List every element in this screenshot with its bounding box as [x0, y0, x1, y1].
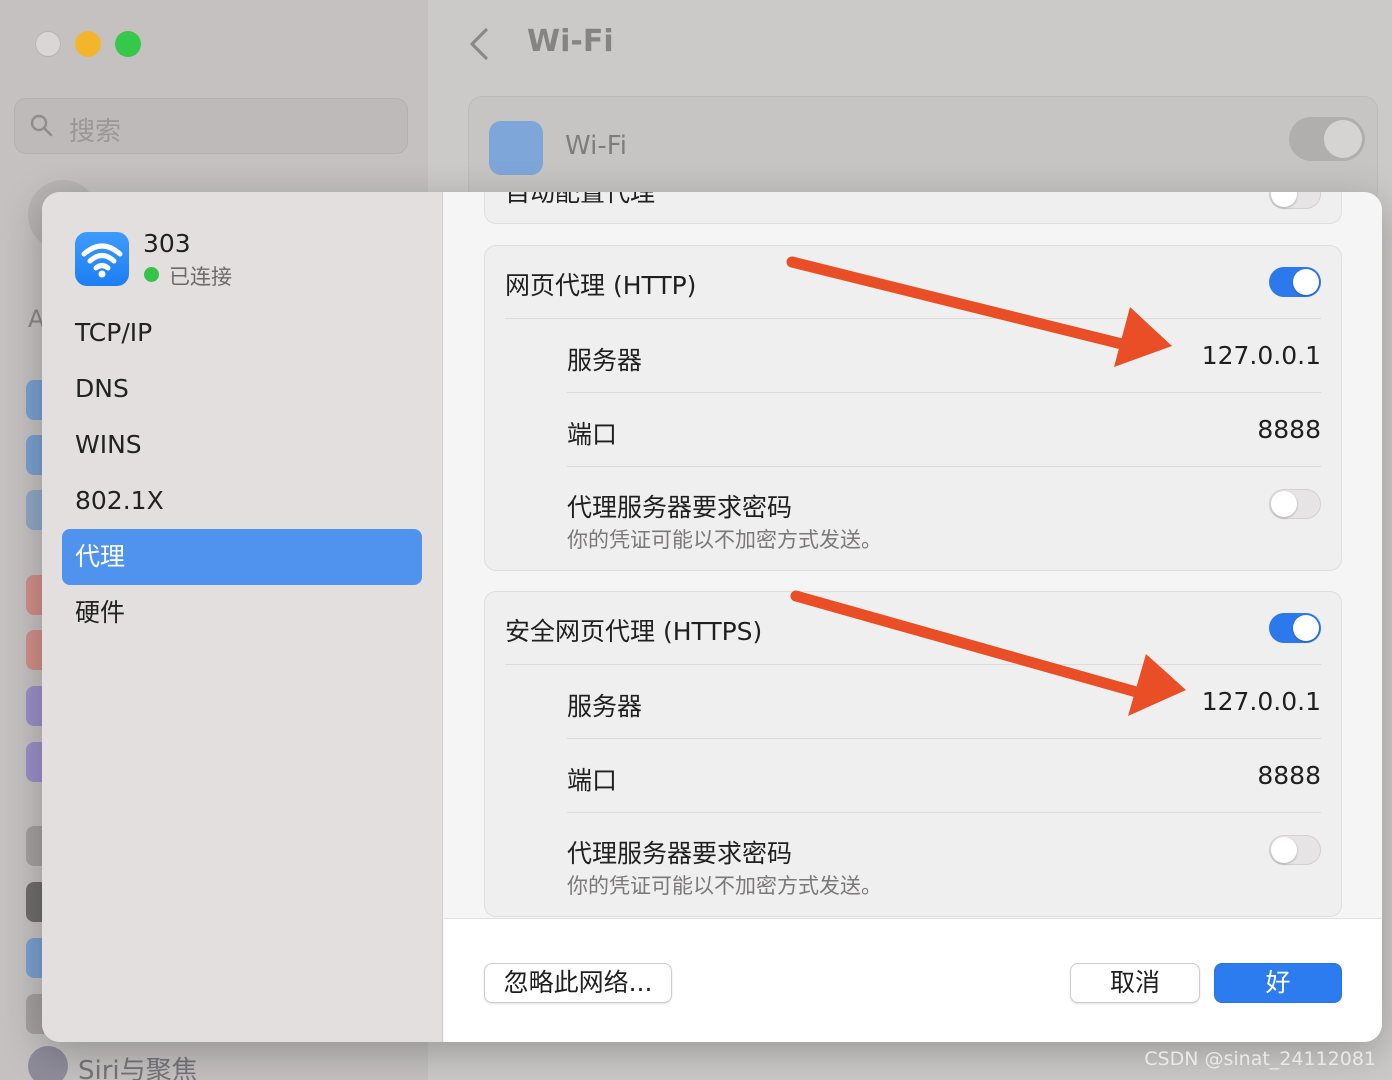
auto-proxy-toggle[interactable] [1269, 192, 1321, 209]
wifi-icon [489, 121, 543, 175]
http-server-label: 服务器 [567, 346, 643, 375]
tab-hardware[interactable]: 硬件 [62, 585, 422, 641]
divider [567, 738, 1321, 739]
https-auth-label: 代理服务器要求密码 [567, 839, 793, 868]
https-server-label: 服务器 [567, 692, 643, 721]
back-chevron-icon[interactable] [466, 26, 496, 62]
divider [567, 466, 1321, 467]
sidebar-item-siri[interactable]: Siri与聚焦 [78, 1050, 198, 1080]
tab-wins[interactable]: WINS [62, 417, 422, 473]
divider [505, 664, 1321, 665]
network-status: 已连接 [169, 265, 232, 289]
auto-proxy-card: 自动配置代理 [484, 192, 1342, 224]
minimize-window-button[interactable] [75, 31, 101, 57]
http-server-field[interactable]: 127.0.0.1 [1202, 341, 1321, 370]
https-port-field[interactable]: 8888 [1257, 761, 1321, 790]
wifi-network-icon [75, 232, 129, 286]
tab-dns[interactable]: DNS [62, 361, 422, 417]
https-server-field[interactable]: 127.0.0.1 [1202, 687, 1321, 716]
search-icon [30, 114, 53, 137]
https-auth-toggle[interactable] [1269, 835, 1321, 865]
siri-icon [28, 1046, 68, 1080]
https-auth-note: 你的凭证可能以不加密方式发送。 [567, 874, 882, 898]
http-port-field[interactable]: 8888 [1257, 415, 1321, 444]
http-port-label: 端口 [567, 420, 618, 449]
https-port-label: 端口 [567, 766, 618, 795]
page-title: Wi-Fi [527, 24, 614, 59]
http-proxy-toggle[interactable] [1269, 267, 1321, 297]
divider [567, 392, 1321, 393]
http-auth-toggle[interactable] [1269, 489, 1321, 519]
auto-proxy-label: 自动配置代理 [505, 192, 656, 207]
zoom-window-button[interactable] [115, 31, 141, 57]
search-placeholder: 搜索 [69, 117, 122, 147]
http-auth-label: 代理服务器要求密码 [567, 493, 793, 522]
divider [567, 812, 1321, 813]
network-details-sheet: 303 已连接 TCP/IP DNS WINS 802.1X 代理 硬件 自动配… [42, 192, 1382, 1042]
https-proxy-card: 安全网页代理 (HTTPS) 服务器 127.0.0.1 端口 8888 代理服… [484, 591, 1342, 917]
sheet-sidebar: 303 已连接 TCP/IP DNS WINS 802.1X 代理 硬件 [42, 192, 443, 1042]
close-window-button[interactable] [35, 31, 61, 57]
tab-proxies[interactable]: 代理 [62, 529, 422, 585]
cancel-button[interactable]: 取消 [1070, 963, 1200, 1003]
wifi-card: Wi-Fi [468, 96, 1378, 206]
ok-button[interactable]: 好 [1214, 963, 1342, 1003]
tab-tcpip[interactable]: TCP/IP [62, 305, 422, 361]
proxy-settings-content: 自动配置代理 网页代理 (HTTP) 服务器 127.0.0.1 端口 8888… [444, 192, 1382, 918]
connected-status-dot [144, 267, 159, 282]
wifi-toggle[interactable] [1289, 117, 1365, 161]
wifi-icon [81, 243, 123, 278]
https-proxy-toggle[interactable] [1269, 613, 1321, 643]
http-proxy-title: 网页代理 (HTTP) [505, 271, 697, 300]
ignore-network-button[interactable]: 忽略此网络... [484, 963, 672, 1003]
watermark: CSDN @sinat_24112081 [1144, 1048, 1376, 1070]
http-auth-note: 你的凭证可能以不加密方式发送。 [567, 528, 882, 552]
divider [505, 318, 1321, 319]
http-proxy-card: 网页代理 (HTTP) 服务器 127.0.0.1 端口 8888 代理服务器要… [484, 245, 1342, 571]
https-proxy-title: 安全网页代理 (HTTPS) [505, 617, 763, 646]
sheet-footer: 忽略此网络... 取消 好 [444, 918, 1382, 1042]
search-input[interactable]: 搜索 [14, 98, 408, 154]
tab-8021x[interactable]: 802.1X [62, 473, 422, 529]
wifi-label: Wi-Fi [565, 131, 628, 161]
network-name: 303 [143, 229, 191, 258]
